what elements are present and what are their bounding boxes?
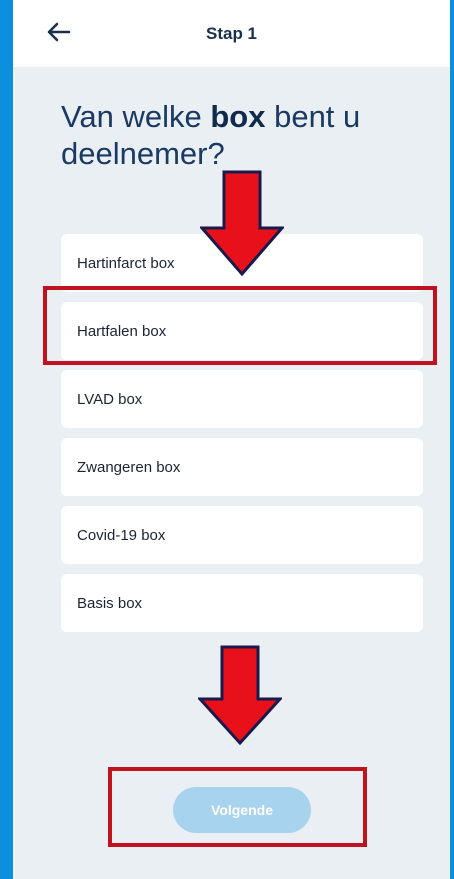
option-basis[interactable]: Basis box <box>61 574 423 632</box>
option-label: Basis box <box>77 594 143 612</box>
option-label: Hartfalen box <box>77 322 167 340</box>
option-zwangeren[interactable]: Zwangeren box <box>61 438 423 496</box>
option-hartfalen[interactable]: Hartfalen box <box>61 302 423 360</box>
option-label: Hartinfarct box <box>77 254 175 272</box>
option-label: LVAD box <box>77 390 143 408</box>
option-label: Covid-19 box <box>77 526 166 544</box>
next-button[interactable]: Volgende <box>173 787 311 833</box>
question-heading: Van welke box bent u deelnemer? <box>61 98 401 172</box>
arrow-left-icon[interactable] <box>43 16 75 48</box>
option-hartinfarct[interactable]: Hartinfarct box <box>61 234 423 292</box>
option-label: Zwangeren box <box>77 458 181 476</box>
question-prefix: Van welke <box>61 99 211 134</box>
app-screen: Stap 1 Van welke box bent u deelnemer? H… <box>13 0 450 879</box>
option-covid19[interactable]: Covid-19 box <box>61 506 423 564</box>
option-lvad[interactable]: LVAD box <box>61 370 423 428</box>
header-bar: Stap 1 <box>13 0 450 67</box>
question-bold: box <box>210 99 266 134</box>
step-title: Stap 1 <box>205 23 258 43</box>
